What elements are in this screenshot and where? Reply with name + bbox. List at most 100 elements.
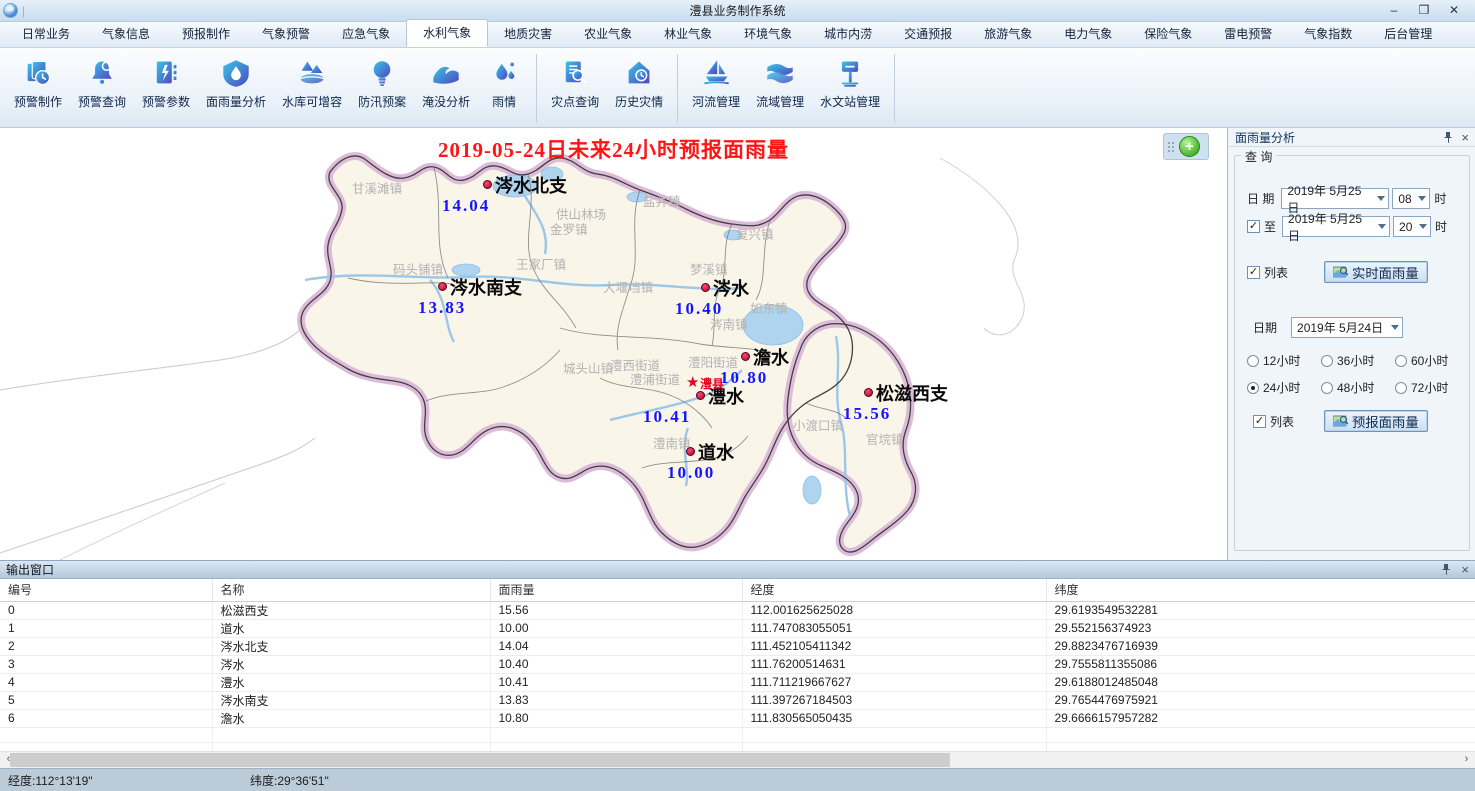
menu-tab-气象指数[interactable]: 气象指数 (1288, 21, 1368, 47)
map-query-icon (1333, 415, 1348, 428)
menu-tab-环境气象[interactable]: 环境气象 (728, 21, 808, 47)
map-zoom-toolbar[interactable]: + (1163, 133, 1209, 160)
station-marker[interactable] (686, 447, 695, 456)
menu-tab-预报制作[interactable]: 预报制作 (166, 21, 246, 47)
menu-tab-林业气象[interactable]: 林业气象 (648, 21, 728, 47)
list-checkbox[interactable] (1247, 266, 1260, 279)
scroll-right-icon[interactable]: › (1458, 752, 1475, 768)
drag-handle-icon[interactable] (1168, 142, 1176, 152)
duration-radio-12小时[interactable]: 12小时 (1247, 352, 1321, 369)
toolbar-button-淹没分析[interactable]: 淹没分析 (414, 52, 478, 125)
table-row[interactable]: 2涔水北支14.04111.45210541134229.88234767169… (0, 637, 1475, 655)
table-cell: 4 (0, 673, 212, 691)
toolbar-button-历史灾情[interactable]: 历史灾情 (607, 52, 671, 125)
horizontal-scrollbar[interactable]: ‹ › (0, 751, 1475, 768)
menu-tab-城市内涝[interactable]: 城市内涝 (808, 21, 888, 47)
toolbar-button-灾点查询[interactable]: 灾点查询 (543, 52, 607, 125)
end-hour-combo[interactable]: 20 (1393, 216, 1431, 237)
duration-radio-24小时[interactable]: 24小时 (1247, 379, 1321, 396)
menu-tab-保险气象[interactable]: 保险气象 (1128, 21, 1208, 47)
end-date-combo[interactable]: 2019年 5月25日 (1282, 216, 1390, 237)
duration-radio-36小时[interactable]: 36小时 (1321, 352, 1395, 369)
toolbar-button-水库可增容[interactable]: 水库可增容 (274, 52, 350, 125)
duration-radio-60小时[interactable]: 60小时 (1395, 352, 1448, 369)
to-date-checkbox[interactable] (1247, 220, 1260, 233)
station-rainfall-value: 13.83 (418, 298, 466, 318)
chevron-down-icon (1415, 217, 1430, 236)
table-cell: 111.397267184503 (742, 691, 1046, 709)
realtime-rain-button[interactable]: 实时面雨量 (1324, 261, 1428, 283)
scrollbar-thumb[interactable] (10, 753, 950, 767)
menu-tab-农业气象[interactable]: 农业气象 (568, 21, 648, 47)
maximize-button[interactable]: ❐ (1411, 3, 1437, 19)
table-row[interactable]: 6澹水10.80111.83056505043529.6666157957282 (0, 709, 1475, 727)
forecast-date-combo[interactable]: 2019年 5月24日 (1291, 317, 1403, 338)
table-cell: 15.56 (490, 601, 742, 619)
output-table[interactable]: 编号名称面雨量经度纬度 0松滋西支15.56112.00162562502829… (0, 579, 1475, 759)
panel-close-icon[interactable]: × (1461, 130, 1469, 145)
pin-icon[interactable] (1443, 132, 1453, 143)
toolbar-button-流域管理[interactable]: 流域管理 (748, 52, 812, 125)
rain-info-icon (489, 58, 519, 88)
menu-tab-日常业务[interactable]: 日常业务 (6, 21, 86, 47)
application-window: | 澧县业务制作系统 – ❐ ✕ 日常业务气象信息预报制作气象预警应急气象水利气… (0, 0, 1475, 791)
zoom-in-button[interactable]: + (1179, 136, 1200, 157)
toolbar-button-预警制作[interactable]: 预警制作 (6, 52, 70, 125)
table-row[interactable]: 5涔水南支13.83111.39726718450329.76544769759… (0, 691, 1475, 709)
table-row[interactable]: 4澧水10.41111.71121966762729.6188012485048 (0, 673, 1475, 691)
toolbar-button-雨情[interactable]: 雨情 (478, 52, 530, 125)
chevron-down-icon (1374, 217, 1389, 236)
column-header-纬度[interactable]: 纬度 (1046, 579, 1475, 601)
toolbar-button-预警参数[interactable]: 预警参数 (134, 52, 198, 125)
menu-tab-交通预报[interactable]: 交通预报 (888, 21, 968, 47)
table-cell: 29.6188012485048 (1046, 673, 1475, 691)
toolbar-button-河流管理[interactable]: 河流管理 (684, 52, 748, 125)
output-close-icon[interactable]: × (1461, 562, 1469, 577)
menu-tab-气象预警[interactable]: 气象预警 (246, 21, 326, 47)
menu-tab-后台管理[interactable]: 后台管理 (1368, 21, 1448, 47)
output-window: 输出窗口 × 编号名称面雨量经度纬度 0松滋西支15.56112.0016256… (0, 560, 1475, 768)
toolbar-button-预警查询[interactable]: 预警查询 (70, 52, 134, 125)
map-query-icon (1333, 266, 1348, 279)
start-date-combo[interactable]: 2019年 5月25日 (1281, 188, 1389, 209)
menu-tab-雷电预警[interactable]: 雷电预警 (1208, 21, 1288, 47)
table-cell: 112.001625625028 (742, 601, 1046, 619)
duration-radio-48小时[interactable]: 48小时 (1321, 379, 1395, 396)
table-row[interactable]: 1道水10.00111.74708305505129.552156374923 (0, 619, 1475, 637)
station-name: 涔水 (713, 275, 749, 301)
column-header-面雨量[interactable]: 面雨量 (490, 579, 742, 601)
toolbar-button-面雨量分析[interactable]: 面雨量分析 (198, 52, 274, 125)
menu-tab-气象信息[interactable]: 气象信息 (86, 21, 166, 47)
duration-radio-72小时[interactable]: 72小时 (1395, 379, 1448, 396)
station-marker[interactable] (701, 283, 710, 292)
station-marker[interactable] (438, 282, 447, 291)
station-marker[interactable] (483, 180, 492, 189)
column-header-名称[interactable]: 名称 (212, 579, 490, 601)
menu-tab-电力气象[interactable]: 电力气象 (1048, 21, 1128, 47)
table-row[interactable]: 3涔水10.40111.7620051463129.7555811355086 (0, 655, 1475, 673)
menu-tab-地质灾害[interactable]: 地质灾害 (488, 21, 568, 47)
toolbar-button-防汛预案[interactable]: 防汛预案 (350, 52, 414, 125)
column-header-编号[interactable]: 编号 (0, 579, 212, 601)
menu-tab-水利气象[interactable]: 水利气象 (406, 19, 488, 47)
station-marker[interactable] (864, 388, 873, 397)
chevron-down-icon (1373, 189, 1388, 208)
table-row[interactable]: 0松滋西支15.56112.00162562502829.61935495322… (0, 601, 1475, 619)
station-marker[interactable] (741, 352, 750, 361)
toolbar-button-水文站管理[interactable]: 水文站管理 (812, 52, 888, 125)
station-rainfall-value: 14.04 (442, 196, 490, 216)
menu-tab-应急气象[interactable]: 应急气象 (326, 21, 406, 47)
minimize-button[interactable]: – (1381, 3, 1407, 19)
pin-icon[interactable] (1441, 564, 1451, 575)
query-group-title: 查 询 (1241, 148, 1276, 165)
start-hour-combo[interactable]: 08 (1392, 188, 1430, 209)
forecast-list-checkbox[interactable] (1253, 415, 1266, 428)
forecast-rain-button[interactable]: 预报面雨量 (1324, 410, 1428, 432)
menu-tab-旅游气象[interactable]: 旅游气象 (968, 21, 1048, 47)
station-marker[interactable] (696, 391, 705, 400)
table-cell: 0 (0, 601, 212, 619)
close-button[interactable]: ✕ (1441, 3, 1467, 19)
warning-query-icon (87, 58, 117, 88)
column-header-经度[interactable]: 经度 (742, 579, 1046, 601)
map-area[interactable]: 2019-05-24日未来24小时预报面雨量 甘溪滩镇盐井镇供山林场金罗镇复兴镇… (0, 128, 1228, 560)
